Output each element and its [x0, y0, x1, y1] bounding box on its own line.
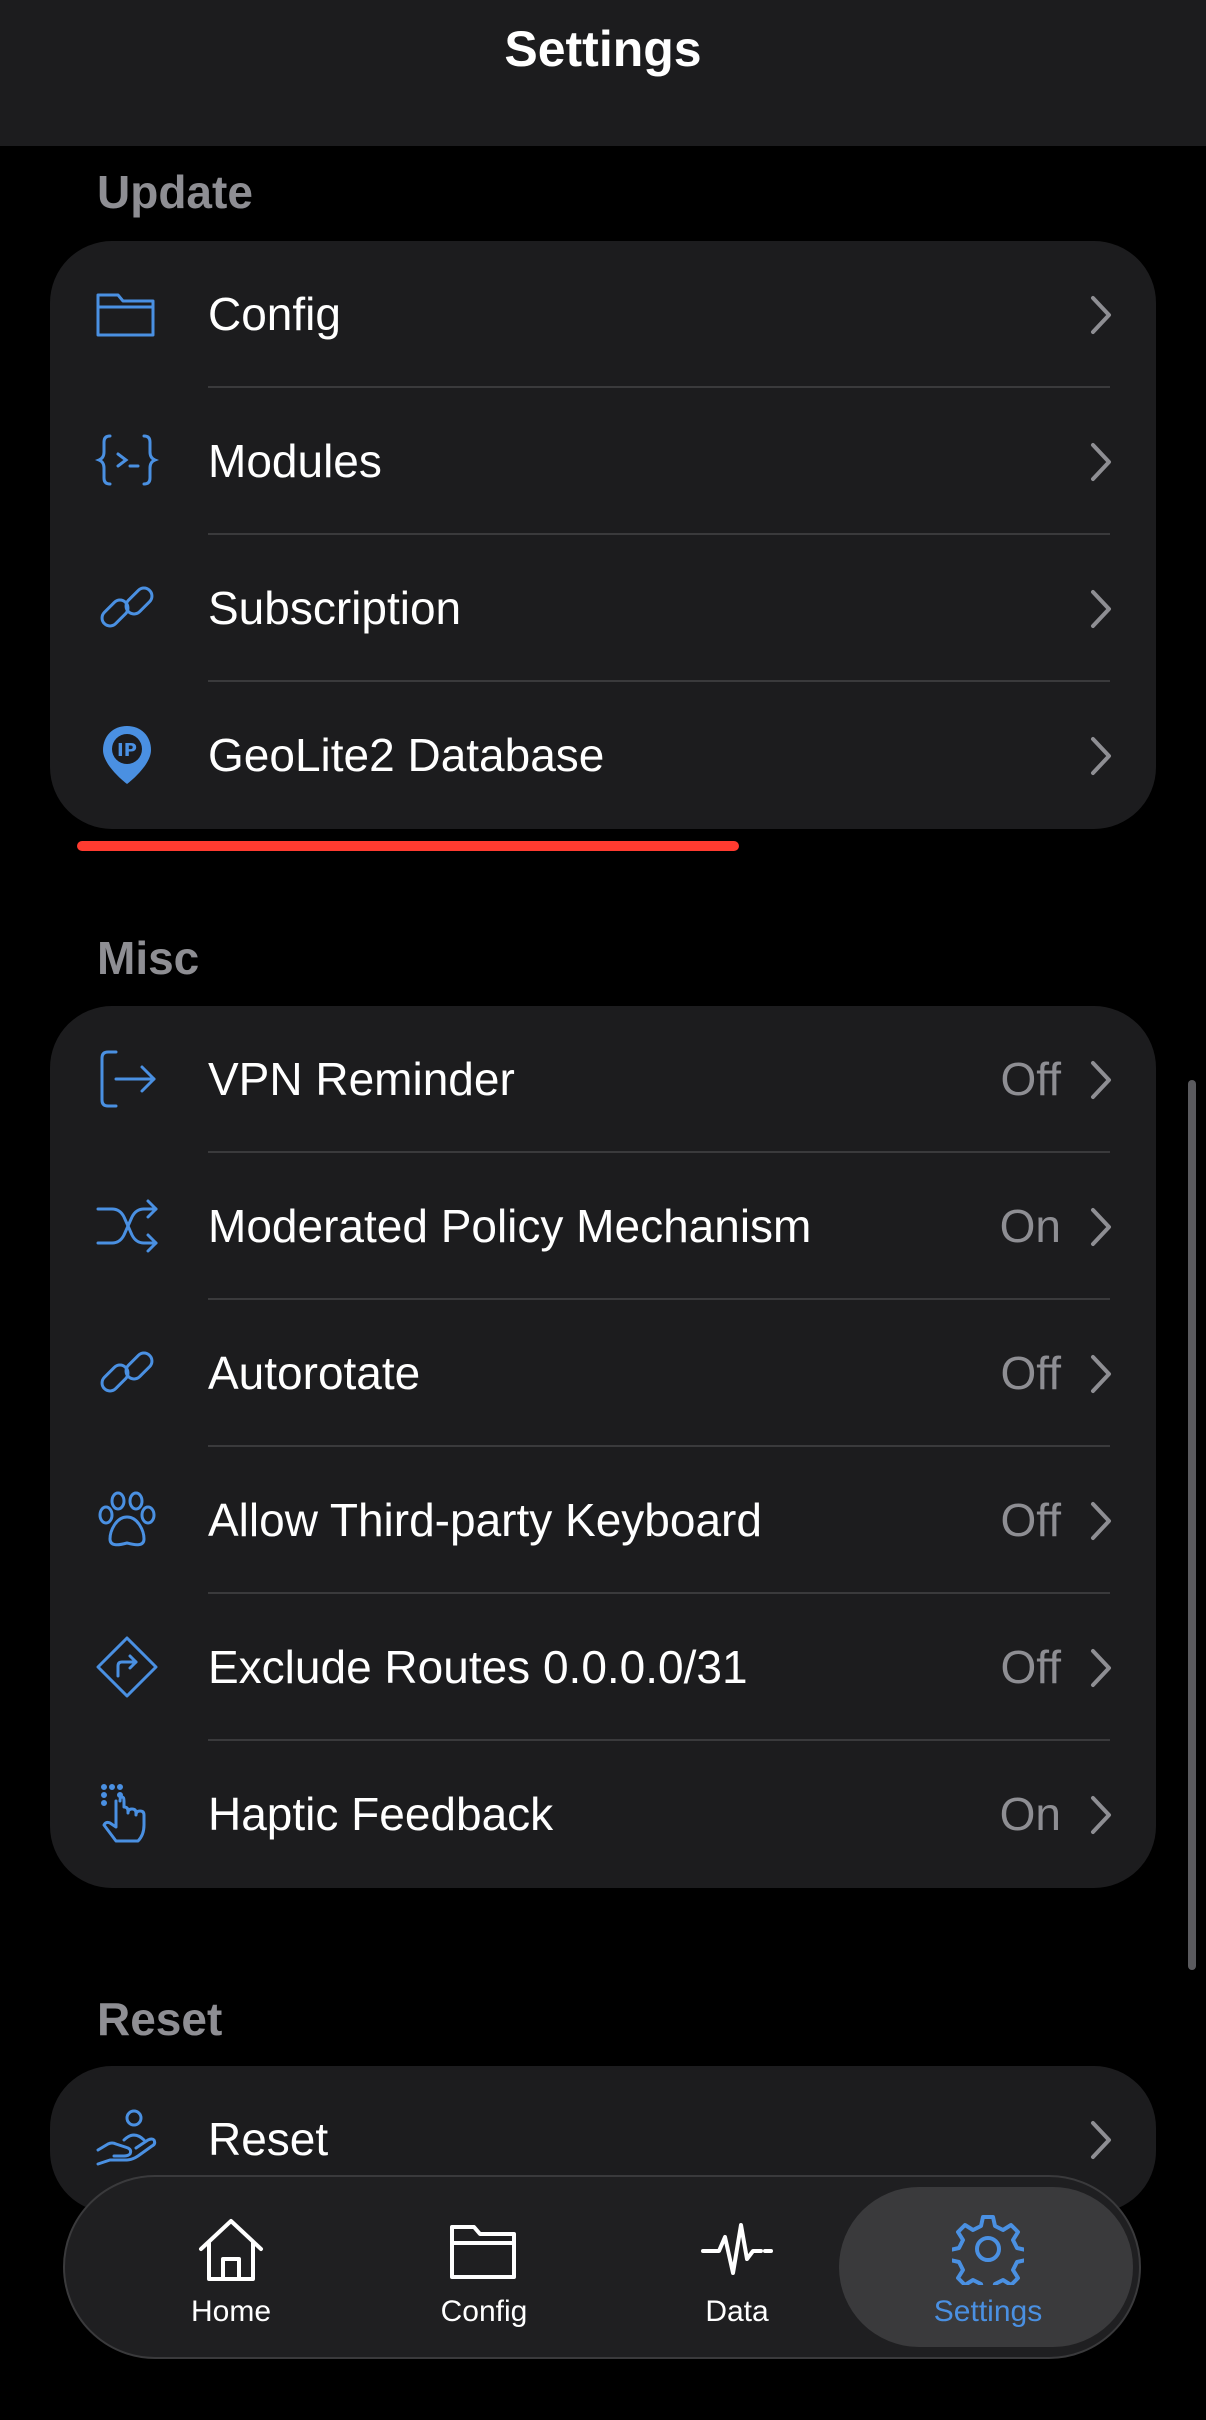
- tab-data[interactable]: Data: [627, 2177, 847, 2357]
- navigation-bar: Settings: [0, 0, 1206, 146]
- folder-icon: [450, 2225, 516, 2279]
- tab-label: Data: [705, 2295, 769, 2328]
- chevron-right-icon: [1091, 590, 1111, 628]
- chevron-right-icon: [1091, 1208, 1111, 1246]
- update-group: Config Modules Subscription IP GeoLite2 …: [50, 241, 1156, 829]
- settings-row-haptic-feedback[interactable]: Haptic Feedback On: [50, 1741, 1156, 1888]
- settings-row-exclude-routes[interactable]: Exclude Routes 0.0.0.0/31 Off: [50, 1594, 1156, 1741]
- tab-home[interactable]: Home: [121, 2177, 341, 2357]
- shuffle-icon: [94, 1193, 160, 1259]
- settings-row-autorotate[interactable]: Autorotate Off: [50, 1300, 1156, 1447]
- tab-settings[interactable]: Settings: [878, 2177, 1098, 2357]
- row-value: On: [999, 1200, 1061, 1252]
- settings-row-subscription[interactable]: Subscription: [50, 535, 1156, 682]
- section-header-reset: Reset: [97, 1993, 223, 2045]
- tab-config[interactable]: Config: [374, 2177, 594, 2357]
- chevron-right-icon: [1091, 1796, 1111, 1834]
- settings-row-modules[interactable]: Modules: [50, 388, 1156, 535]
- section-header-update: Update: [97, 166, 253, 218]
- route-diamond-icon: [94, 1634, 160, 1700]
- chevron-right-icon: [1091, 296, 1111, 334]
- link-icon: [94, 1340, 160, 1406]
- row-label: Exclude Routes 0.0.0.0/31: [208, 1641, 748, 1693]
- settings-row-vpn-reminder[interactable]: VPN Reminder Off: [50, 1006, 1156, 1153]
- chevron-right-icon: [1091, 1502, 1111, 1540]
- waveform-icon: [701, 2223, 773, 2275]
- scrollbar[interactable]: [1188, 1080, 1196, 1970]
- row-label: Haptic Feedback: [208, 1788, 554, 1840]
- page-title: Settings: [504, 21, 702, 77]
- row-label: Moderated Policy Mechanism: [208, 1200, 812, 1252]
- row-label: VPN Reminder: [208, 1053, 515, 1105]
- hand-person-icon: [94, 2106, 160, 2172]
- row-value: Off: [1000, 1347, 1061, 1399]
- row-label: Subscription: [208, 582, 462, 634]
- row-label: Modules: [208, 435, 382, 487]
- chevron-right-icon: [1091, 1061, 1111, 1099]
- row-value: Off: [1000, 1641, 1061, 1693]
- row-label: GeoLite2 Database: [208, 729, 605, 781]
- code-braces-icon: [94, 428, 160, 494]
- row-value: Off: [1000, 1053, 1061, 1105]
- section-header-misc: Misc: [97, 932, 200, 984]
- chevron-right-icon: [1091, 2121, 1111, 2159]
- row-label: Config: [208, 288, 341, 340]
- settings-row-geolite2[interactable]: IP GeoLite2 Database: [50, 682, 1156, 829]
- chevron-right-icon: [1091, 1649, 1111, 1687]
- tab-label: Settings: [933, 2295, 1043, 2328]
- tab-label: Config: [440, 2295, 528, 2328]
- gear-icon: [952, 2215, 1024, 2285]
- misc-group: VPN Reminder Off Moderated Policy Mechan…: [50, 1006, 1156, 1888]
- row-label: Allow Third-party Keyboard: [208, 1494, 762, 1546]
- settings-row-third-party-keyboard[interactable]: Allow Third-party Keyboard Off: [50, 1447, 1156, 1594]
- chevron-right-icon: [1091, 737, 1111, 775]
- row-value: On: [999, 1788, 1061, 1840]
- row-value: Off: [1000, 1494, 1061, 1546]
- paw-icon: [94, 1487, 160, 1553]
- link-icon: [94, 575, 160, 641]
- settings-row-moderated-policy[interactable]: Moderated Policy Mechanism On: [50, 1153, 1156, 1300]
- svg-text:IP: IP: [117, 740, 137, 761]
- settings-row-config[interactable]: Config: [50, 241, 1156, 388]
- red-annotation-underline: [77, 841, 739, 851]
- tap-hand-icon: [94, 1781, 160, 1847]
- chevron-right-icon: [1091, 443, 1111, 481]
- tab-label: Home: [190, 2295, 272, 2328]
- row-label: Autorotate: [208, 1347, 421, 1399]
- chevron-right-icon: [1091, 1355, 1111, 1393]
- folder-icon: [94, 281, 160, 347]
- house-icon: [199, 2219, 263, 2281]
- tab-bar: Home Config Data Settings: [63, 2175, 1141, 2359]
- ip-location-pin-icon: IP: [94, 722, 160, 788]
- exit-arrow-icon: [94, 1046, 160, 1112]
